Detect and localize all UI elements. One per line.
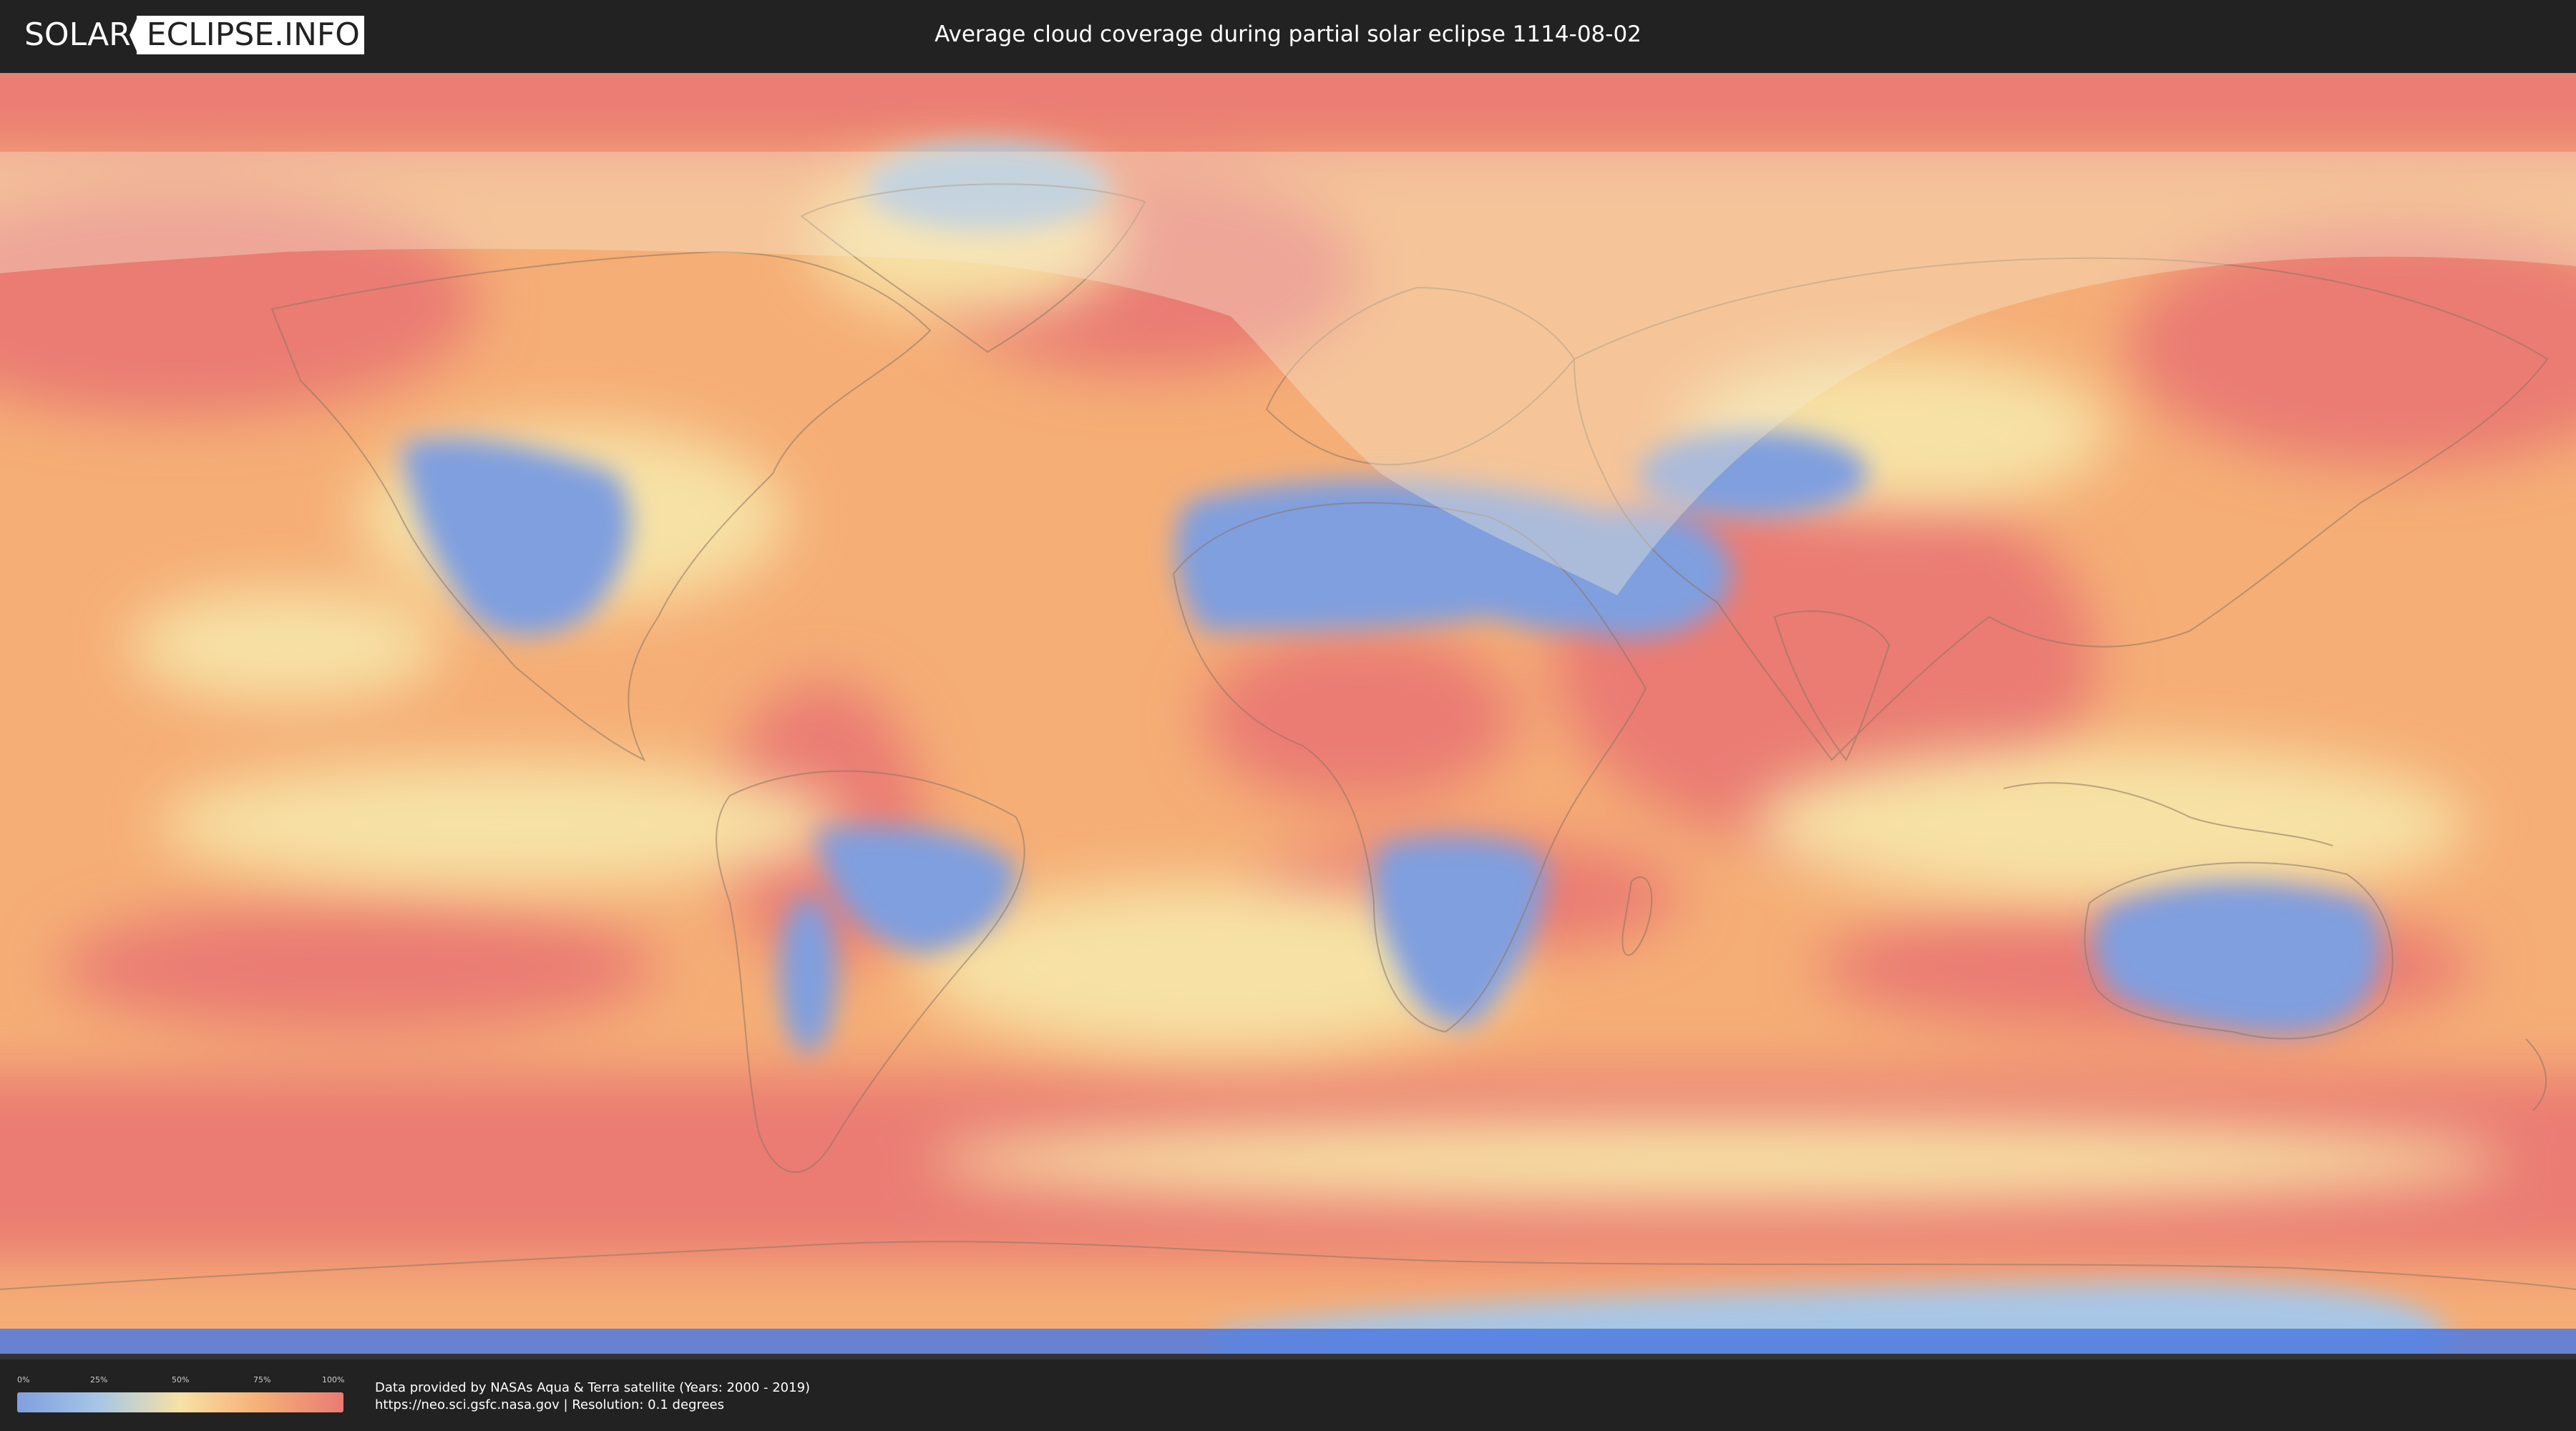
header-bar: SOLAR ECLIPSE.INFO Average cloud coverag…	[0, 0, 2576, 70]
app-root: SOLAR ECLIPSE.INFO Average cloud coverag…	[0, 0, 2576, 1431]
legend-tick-50: 50%	[172, 1375, 190, 1384]
legend-tick-75: 75%	[253, 1375, 271, 1384]
attribution-source: Data provided by NASAs Aqua & Terra sate…	[375, 1380, 811, 1395]
data-attribution: Data provided by NASAs Aqua & Terra sate…	[375, 1379, 810, 1414]
legend-tick-0: 0%	[17, 1375, 30, 1384]
page-title: Average cloud coverage during partial so…	[935, 21, 1641, 47]
legend-tick-25: 25%	[90, 1375, 108, 1384]
cloud-coverage-legend: 0% 25% 50% 75% 100%	[17, 1375, 345, 1415]
map-frame	[0, 73, 2576, 1359]
legend-color-bar	[17, 1392, 343, 1412]
cloud-coverage-map[interactable]	[0, 73, 2576, 1359]
attribution-link[interactable]: https://neo.sci.gsfc.nasa.gov | Resoluti…	[375, 1397, 810, 1414]
footer-bar: 0% 25% 50% 75% 100% Data provided by NAS…	[0, 1359, 2576, 1431]
legend-tick-100: 100%	[322, 1375, 345, 1384]
map-bottom-edge	[0, 1354, 2576, 1359]
